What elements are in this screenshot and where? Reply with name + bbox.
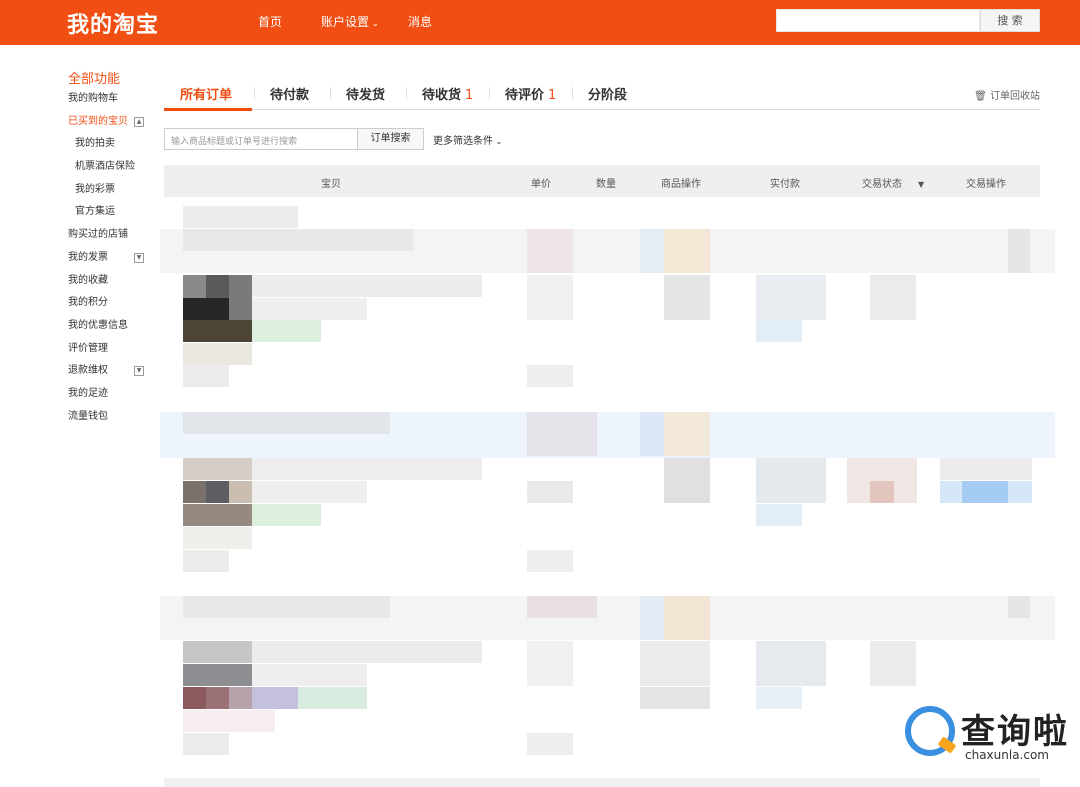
sidebar-item-invoices[interactable]: 我的发票 ▼ (68, 247, 148, 270)
col-unit-price: 单价 (531, 179, 551, 190)
col-quantity: 数量 (596, 179, 616, 190)
watermark-logo: 查询啦 chaxunla.com (905, 704, 1075, 768)
my-taobao-logo[interactable]: 我的淘宝 (67, 7, 159, 39)
sidebar-item-history[interactable]: 我的足迹 (68, 383, 148, 406)
sidebar-item-reviews[interactable]: 评价管理 (68, 338, 148, 361)
sidebar-item-favorites[interactable]: 我的收藏 (68, 270, 148, 293)
tab-pending-review[interactable]: 待评价 1 (505, 84, 556, 103)
more-filters-toggle[interactable]: 更多筛选条件 ⌄ (433, 132, 502, 147)
watermark-text: 查询啦 (961, 712, 1069, 752)
expand-icon[interactable]: ▼ (134, 366, 144, 377)
tab-pending-shipment[interactable]: 待发货 (346, 84, 385, 103)
tab-divider (330, 87, 331, 99)
sidebar-title[interactable]: 全部功能 (68, 68, 148, 88)
dropdown-arrow-icon: ▼ (918, 180, 925, 189)
pixelated-order-list (160, 198, 1055, 778)
sidebar-item-auction[interactable]: 我的拍卖 (68, 133, 148, 156)
sidebar-item-refunds[interactable]: 退款维权 ▼ (68, 360, 148, 383)
tab-divider (489, 87, 490, 99)
tab-divider (406, 87, 407, 99)
sidebar-item-consolidation[interactable]: 官方集运 (68, 201, 148, 224)
active-tab-indicator (164, 108, 252, 111)
tab-divider (254, 87, 255, 99)
col-trade-action: 交易操作 (966, 179, 1006, 190)
tab-divider (572, 87, 573, 99)
col-paid: 实付款 (770, 179, 800, 190)
col-status[interactable]: 交易状态 ▼ (862, 175, 924, 190)
chevron-down-icon: ⌄ (493, 137, 503, 146)
order-tabs: 所有订单 待付款 待发货 待收货 1 待评价 1 分阶段 🗑 订单回收站 (164, 78, 1040, 111)
sidebar-item-cart[interactable]: 我的购物车 (68, 88, 148, 111)
sidebar-item-data-wallet[interactable]: 流量钱包 (68, 406, 148, 429)
tab-all-orders[interactable]: 所有订单 (180, 84, 232, 103)
top-navigation-bar: 我的淘宝 首页 账户设置 ⌄ 消息 搜 索 (0, 0, 1080, 45)
bottom-scroll-bar (164, 778, 1040, 787)
order-search-input[interactable]: 输入商品标题或订单号进行搜索 (164, 128, 358, 150)
tab-count-badge: 1 (465, 88, 474, 103)
col-item: 宝贝 (321, 179, 341, 190)
sidebar-item-coupons[interactable]: 我的优惠信息 (68, 315, 148, 338)
order-table-header: 宝贝 单价 数量 商品操作 实付款 交易状态 ▼ 交易操作 (164, 165, 1040, 197)
tab-installments[interactable]: 分阶段 (588, 84, 627, 103)
top-search-input[interactable] (776, 9, 980, 32)
nav-account-settings[interactable]: 账户设置 ⌄ (321, 13, 379, 30)
order-search-button[interactable]: 订单搜索 (357, 128, 424, 150)
collapse-icon[interactable]: ▲ (134, 116, 144, 127)
trash-icon: 🗑 (974, 91, 987, 102)
tab-pending-payment[interactable]: 待付款 (270, 84, 309, 103)
tab-pending-receipt[interactable]: 待收货 1 (422, 84, 473, 103)
sidebar: 全部功能 我的购物车 已买到的宝贝 ▲ 我的拍卖 机票酒店保险 我的彩票 官方集… (68, 68, 148, 428)
expand-icon[interactable]: ▼ (134, 252, 144, 263)
sidebar-item-travel[interactable]: 机票酒店保险 (68, 156, 148, 179)
nav-messages[interactable]: 消息 (408, 13, 432, 30)
chevron-down-icon: ⌄ (372, 19, 379, 28)
sidebar-item-bought[interactable]: 已买到的宝贝 ▲ (68, 111, 148, 134)
nav-home[interactable]: 首页 (258, 13, 282, 30)
sidebar-item-stores[interactable]: 购买过的店铺 (68, 224, 148, 247)
sidebar-item-points[interactable]: 我的积分 (68, 292, 148, 315)
watermark-url: chaxunla.com (965, 748, 1049, 762)
tab-count-badge: 1 (548, 88, 557, 103)
col-item-action: 商品操作 (661, 179, 701, 190)
top-search-button[interactable]: 搜 索 (980, 9, 1040, 32)
sidebar-item-lottery[interactable]: 我的彩票 (68, 179, 148, 202)
order-recycle-bin-link[interactable]: 🗑 订单回收站 (974, 87, 1040, 102)
